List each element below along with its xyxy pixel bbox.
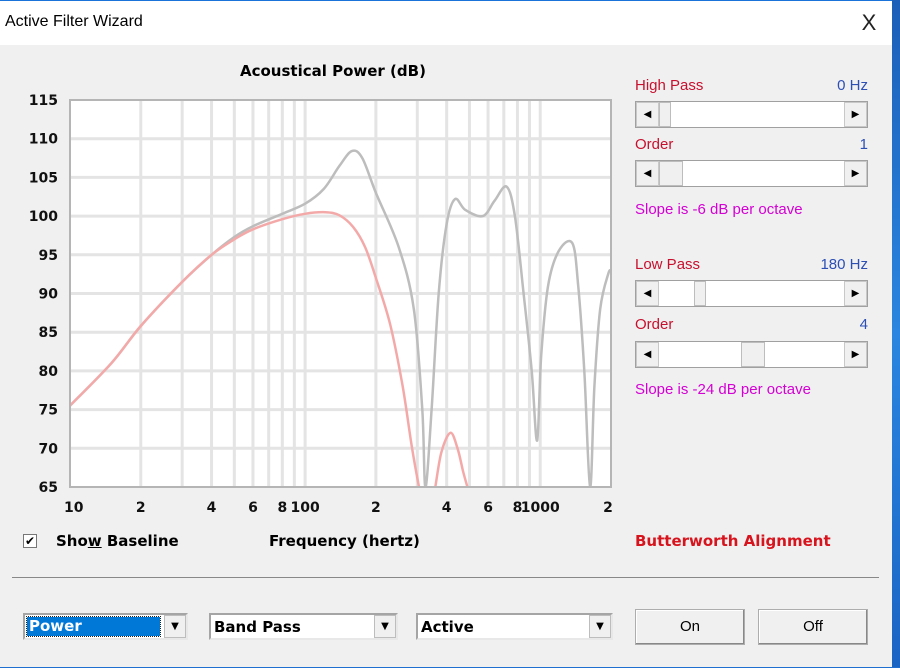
- label-part: Baseline: [101, 532, 179, 550]
- mode-select-value: Power: [26, 616, 161, 637]
- high-pass-thumb[interactable]: [659, 102, 671, 127]
- high-pass-order-slider[interactable]: ◀ ▶: [635, 160, 868, 187]
- x-tick-label: 4: [207, 500, 217, 516]
- y-tick-label: 80: [39, 364, 59, 380]
- high-pass-value: 0 Hz: [837, 77, 868, 94]
- high-pass-order-thumb[interactable]: [659, 161, 683, 186]
- low-pass-order-slider[interactable]: ◀ ▶: [635, 341, 868, 368]
- filter-kind-select[interactable]: Active ▼: [416, 613, 613, 640]
- scroll-right-icon[interactable]: ▶: [844, 281, 867, 306]
- scroll-right-icon[interactable]: ▶: [844, 161, 867, 186]
- filter-type-select-value: Band Pass: [214, 618, 301, 636]
- x-axis-ticks: 10 2 4 6 8 100 2 4 6 81000 2: [64, 500, 613, 516]
- scroll-left-icon[interactable]: ◀: [636, 102, 659, 127]
- x-tick-label: 10: [64, 500, 84, 516]
- low-pass-order-thumb[interactable]: [740, 342, 765, 367]
- high-pass-label: High Pass: [635, 77, 704, 94]
- scroll-left-icon[interactable]: ◀: [636, 281, 659, 306]
- y-tick-label: 105: [29, 170, 58, 186]
- desktop-background: [892, 0, 900, 667]
- high-pass-order-label: Order: [635, 136, 674, 153]
- high-pass-slider[interactable]: ◀ ▶: [635, 101, 868, 128]
- low-pass-slope-text: Slope is -24 dB per octave: [635, 381, 811, 398]
- chevron-down-icon[interactable]: ▼: [589, 615, 611, 638]
- scroll-left-icon[interactable]: ◀: [636, 342, 659, 367]
- high-pass-order-value: 1: [859, 136, 868, 153]
- show-baseline-label[interactable]: Show Baseline: [56, 532, 179, 550]
- x-tick-label: 2: [371, 500, 381, 516]
- y-tick-label: 85: [39, 325, 58, 341]
- dialog-window: Active Filter Wizard X Acoustical Power …: [0, 0, 892, 667]
- filter-kind-select-value: Active: [421, 618, 474, 636]
- y-tick-label: 110: [29, 132, 58, 148]
- mode-select[interactable]: Power ▼: [23, 613, 188, 640]
- x-axis-label: Frequency (hertz): [269, 532, 420, 550]
- y-axis-ticks: 115 110 105 100 95 90 85 80 75 70 65: [29, 93, 58, 496]
- y-tick-label: 70: [39, 441, 59, 457]
- y-tick-label: 95: [39, 248, 58, 264]
- scroll-left-icon[interactable]: ◀: [636, 161, 659, 186]
- x-tick-label: 6: [248, 500, 258, 516]
- x-tick-label: 1000: [521, 500, 560, 516]
- x-tick-label: 6: [483, 500, 493, 516]
- y-tick-label: 75: [39, 403, 58, 419]
- x-tick-label: 4: [442, 500, 452, 516]
- low-pass-order-label: Order: [635, 316, 674, 333]
- x-tick-label: 2: [603, 500, 613, 516]
- high-pass-slope-text: Slope is -6 dB per octave: [635, 201, 803, 218]
- alignment-label: Butterworth Alignment: [635, 532, 831, 550]
- separator: [12, 577, 879, 578]
- scroll-right-icon[interactable]: ▶: [844, 102, 867, 127]
- y-tick-label: 100: [29, 209, 58, 225]
- x-tick-label: 100: [290, 500, 319, 516]
- label-accelerator: w: [87, 532, 102, 550]
- x-tick-label: 2: [136, 500, 146, 516]
- filter-type-select[interactable]: Band Pass ▼: [209, 613, 398, 640]
- chevron-down-icon[interactable]: ▼: [164, 615, 186, 638]
- low-pass-thumb[interactable]: [694, 281, 706, 306]
- on-button[interactable]: On: [635, 609, 745, 645]
- y-tick-label: 65: [39, 480, 58, 496]
- y-tick-label: 115: [29, 93, 58, 109]
- low-pass-slider[interactable]: ◀ ▶: [635, 280, 868, 307]
- label-part: Sho: [56, 532, 88, 550]
- chevron-down-icon[interactable]: ▼: [374, 615, 396, 638]
- low-pass-order-value: 4: [859, 316, 868, 333]
- check-icon: ✔: [24, 534, 36, 548]
- off-button[interactable]: Off: [758, 609, 868, 645]
- low-pass-value: 180 Hz: [820, 256, 868, 273]
- show-baseline-checkbox[interactable]: ✔: [23, 534, 37, 548]
- scroll-right-icon[interactable]: ▶: [844, 342, 867, 367]
- y-tick-label: 90: [39, 287, 59, 303]
- low-pass-label: Low Pass: [635, 256, 701, 273]
- x-tick-label: 8: [277, 500, 287, 516]
